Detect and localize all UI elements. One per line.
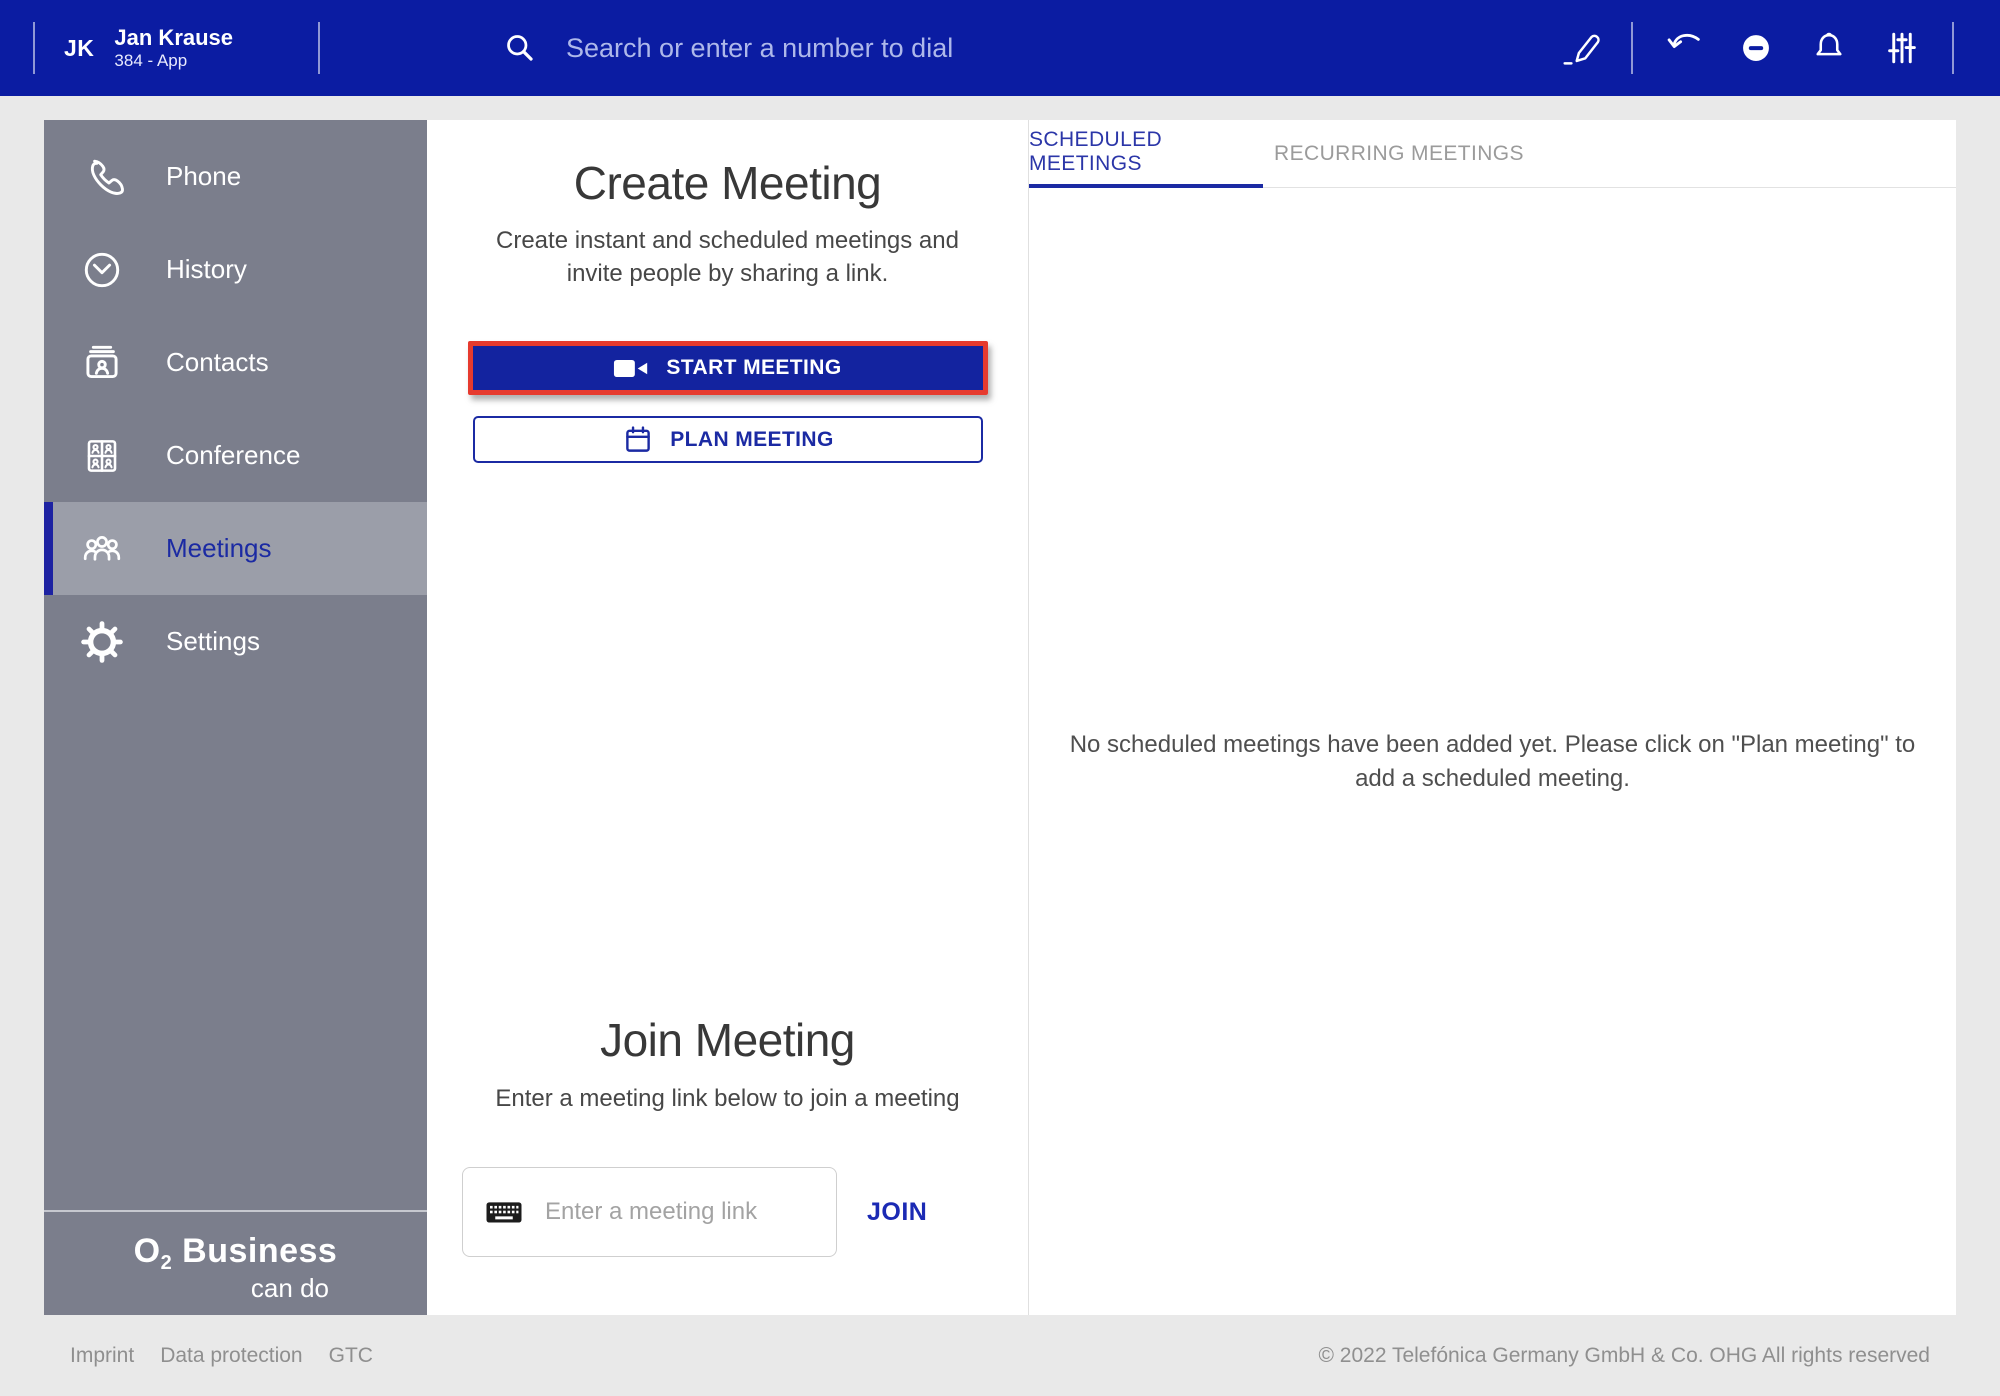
search-bar <box>498 0 1358 96</box>
dnd-status-button[interactable] <box>1733 25 1779 71</box>
topbar-divider <box>33 22 35 74</box>
topbar-divider <box>1952 22 1954 74</box>
plan-meeting-label: PLAN MEETING <box>670 427 834 451</box>
call-pull-button[interactable] <box>1660 25 1706 71</box>
notifications-button[interactable] <box>1806 25 1852 71</box>
topbar-divider <box>318 22 320 74</box>
meeting-link-input[interactable] <box>545 1198 825 1226</box>
dnd-status-icon <box>1743 35 1769 61</box>
sidebar-item-label: History <box>166 254 247 284</box>
phone-icon <box>90 159 124 195</box>
scheduled-meetings-panel: SCHEDULED MEETINGS RECURRING MEETINGS No… <box>1028 120 1956 1315</box>
user-meta: Jan Krause 384 - App <box>114 25 233 72</box>
sidebar-item-label: Contacts <box>166 347 269 377</box>
meetings-icon <box>83 535 121 561</box>
sidebar-item-history[interactable]: History <box>44 223 427 316</box>
brand-tagline: can do <box>250 1273 329 1303</box>
highlight-annotation: START MEETING <box>467 341 988 396</box>
topbar-divider <box>1631 22 1633 74</box>
call-pull-icon <box>1667 33 1700 48</box>
sidebar-item-label: Phone <box>166 161 242 191</box>
search-input[interactable] <box>566 32 1326 64</box>
meeting-link-field[interactable] <box>462 1167 837 1257</box>
app-window: JK Jan Krause 384 - App Search or enter … <box>0 0 2000 1396</box>
join-meeting-description: Enter a meeting link below to join a mee… <box>495 1085 960 1112</box>
gtc-link[interactable]: GTC <box>329 1344 373 1368</box>
settings-icon <box>81 620 123 663</box>
user-profile[interactable]: JK Jan Krause 384 - App <box>64 0 233 96</box>
brand-logo-text: O2 Business <box>133 1232 338 1274</box>
create-meeting-description: Create instant and scheduled meetings an… <box>496 227 959 288</box>
sidebar-item-settings[interactable]: Settings <box>44 595 427 688</box>
plan-meeting-button[interactable]: PLAN MEETING <box>472 416 983 464</box>
sidebar-item-phone[interactable]: Phone <box>44 130 427 223</box>
audio-settings-button[interactable] <box>1879 25 1925 71</box>
conference-icon <box>87 439 117 472</box>
edit-icon <box>1563 34 1600 65</box>
brand-logo: O2 Business can do <box>44 1214 427 1315</box>
copyright-text: © 2022 Telefónica Germany GmbH & Co. OHG… <box>1318 1343 1930 1367</box>
sidebar-item-label: Conference <box>166 440 301 470</box>
history-icon <box>84 252 120 287</box>
edit-button[interactable] <box>1558 25 1604 71</box>
user-extension: 384 - App <box>114 51 188 70</box>
audio-settings-icon <box>1888 32 1916 64</box>
video-camera-icon <box>614 359 648 377</box>
join-meeting-section: Join Meeting Enter a meeting link below … <box>427 1013 1028 1257</box>
footer: Imprint Data protection GTC © 2022 Telef… <box>44 1315 1956 1396</box>
sidebar: Phone History Contacts Conference Meetin… <box>44 120 427 1315</box>
sidebar-separator <box>44 1210 427 1212</box>
meetings-tab-bar: SCHEDULED MEETINGS RECURRING MEETINGS <box>1029 120 1956 188</box>
sidebar-item-conference[interactable]: Conference <box>44 409 427 502</box>
notifications-icon <box>1816 32 1842 56</box>
meeting-actions-panel: Create Meeting Create instant and schedu… <box>427 120 1028 1315</box>
sidebar-item-contacts[interactable]: Contacts <box>44 316 427 409</box>
avatar: JK <box>64 34 95 61</box>
start-meeting-button[interactable]: START MEETING <box>472 346 983 391</box>
empty-state-message: No scheduled meetings have been added ye… <box>1069 731 1916 792</box>
tab-scheduled-meetings[interactable]: SCHEDULED MEETINGS <box>1029 120 1263 188</box>
calendar-icon <box>626 426 651 452</box>
sidebar-item-meetings[interactable]: Meetings <box>44 502 427 595</box>
topbar: JK Jan Krause 384 - App <box>0 0 2000 96</box>
join-meeting-row: JOIN <box>427 1167 1028 1257</box>
topbar-actions <box>1558 0 1954 96</box>
sidebar-item-label: Settings <box>166 626 260 656</box>
create-meeting-title: Create Meeting <box>573 157 882 209</box>
tab-recurring-meetings[interactable]: RECURRING MEETINGS <box>1263 120 1535 188</box>
imprint-link[interactable]: Imprint <box>70 1344 134 1368</box>
join-button[interactable]: JOIN <box>867 1198 927 1227</box>
data-protection-link[interactable]: Data protection <box>160 1344 302 1368</box>
search-icon <box>507 35 533 61</box>
start-meeting-label: START MEETING <box>666 356 842 380</box>
keyboard-icon <box>486 1202 522 1223</box>
user-name: Jan Krause <box>114 24 234 50</box>
join-meeting-title: Join Meeting <box>600 1014 855 1066</box>
footer-links: Imprint Data protection GTC <box>70 1344 373 1368</box>
sidebar-item-label: Meetings <box>166 533 272 563</box>
contacts-icon <box>86 345 118 378</box>
